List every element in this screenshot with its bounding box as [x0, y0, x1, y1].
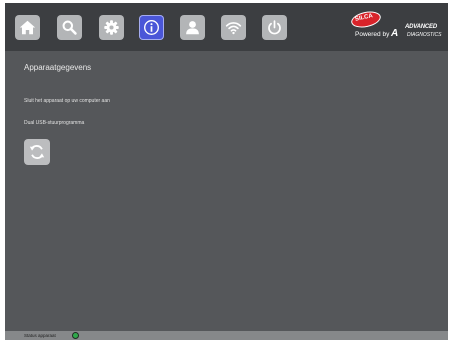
wifi-icon — [225, 22, 242, 35]
user-button[interactable] — [180, 15, 205, 40]
brand-logo: SILCA Powered by A ADVANCED DIAGNOSTICS — [333, 9, 445, 43]
home-button[interactable] — [15, 15, 40, 40]
search-button[interactable] — [57, 15, 82, 40]
company-name-line1: ADVANCED — [405, 24, 437, 30]
ad-logo-mark: A — [391, 28, 399, 39]
connect-instruction: Sluit het apparaat op uw computer aan — [24, 98, 110, 104]
page-title: Apparaatgegevens — [24, 63, 92, 72]
wifi-button[interactable] — [221, 15, 246, 40]
refresh-button[interactable] — [24, 139, 50, 165]
company-name-line2: DIAGNOSTICS — [407, 32, 442, 38]
status-indicator — [72, 332, 79, 339]
top-toolbar: SILCA Powered by A ADVANCED DIAGNOSTICS — [5, 3, 448, 51]
info-button[interactable] — [139, 15, 164, 40]
gear-icon — [104, 20, 119, 35]
power-button[interactable] — [262, 15, 287, 40]
settings-button[interactable] — [99, 15, 124, 40]
status-bar: Status apparaat — [5, 331, 448, 340]
driver-label: Dual USB-stuurprogramma — [24, 120, 85, 126]
user-icon — [186, 21, 199, 35]
search-icon — [62, 20, 77, 35]
power-icon — [268, 20, 281, 35]
app-window: SILCA Powered by A ADVANCED DIAGNOSTICS … — [5, 3, 448, 340]
powered-by-text: Powered by — [355, 31, 390, 38]
refresh-icon — [29, 145, 45, 159]
home-icon — [19, 20, 36, 35]
info-icon — [144, 20, 159, 35]
status-label: Status apparaat — [24, 333, 56, 338]
